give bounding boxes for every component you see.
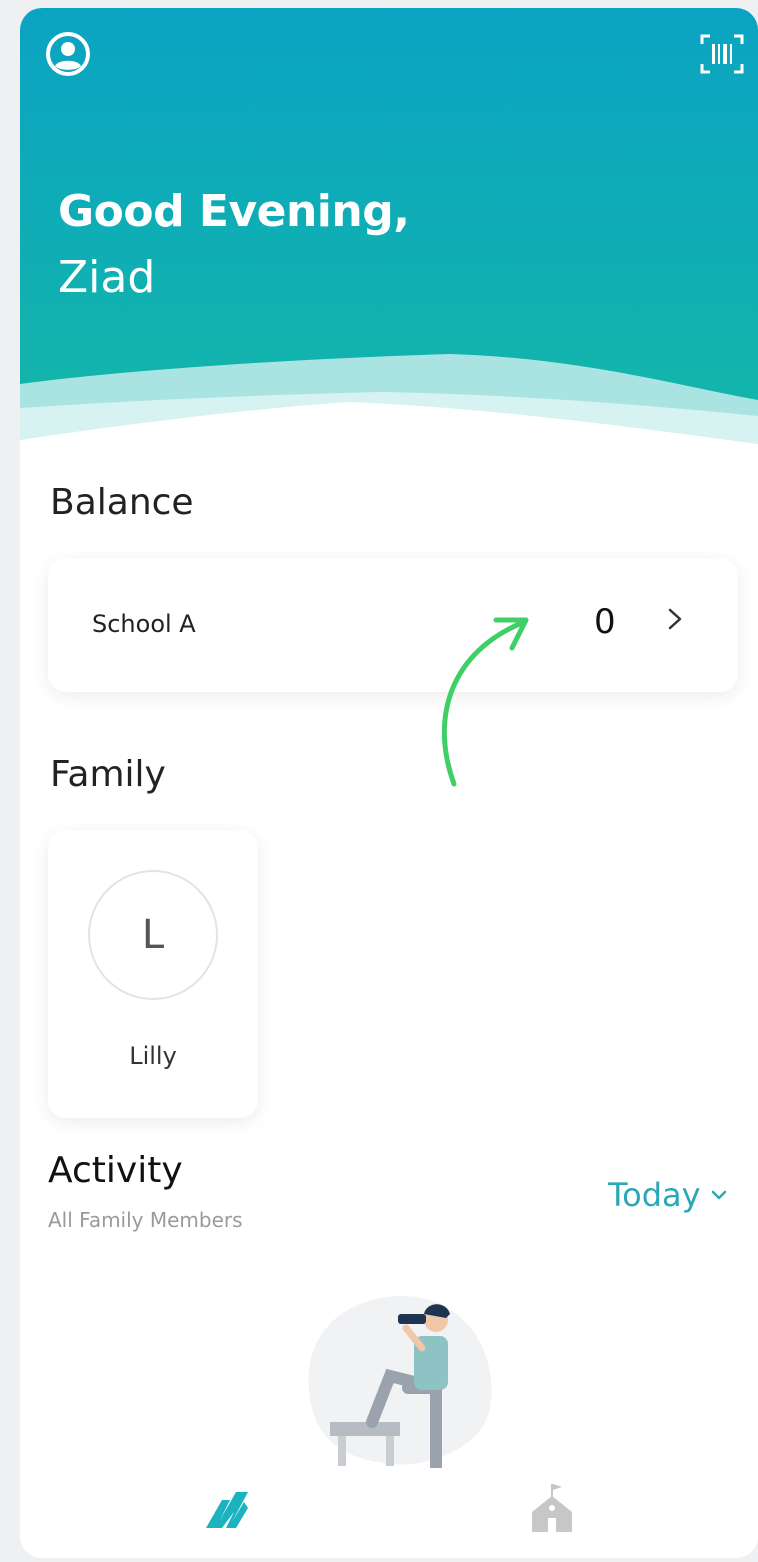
barcode-scan-icon bbox=[700, 34, 744, 74]
user-circle-icon bbox=[46, 32, 90, 76]
activity-heading: Activity bbox=[48, 1150, 183, 1191]
bottom-navigation bbox=[20, 1468, 758, 1558]
filter-label: Today bbox=[608, 1176, 701, 1214]
family-member-card[interactable]: L Lilly bbox=[48, 830, 258, 1118]
chevron-down-icon bbox=[711, 1190, 726, 1200]
curved-arrow-icon bbox=[441, 617, 529, 787]
nav-home-tab[interactable] bbox=[200, 1482, 252, 1534]
chevron-right-icon bbox=[668, 608, 682, 630]
activity-filter-dropdown[interactable]: Today bbox=[608, 1176, 727, 1214]
activity-subtitle: All Family Members bbox=[48, 1208, 243, 1232]
balance-amount: 0 bbox=[594, 602, 616, 642]
avatar: L bbox=[88, 870, 218, 1000]
nav-school-tab[interactable] bbox=[528, 1480, 576, 1536]
balance-heading: Balance bbox=[50, 482, 194, 523]
empty-activity-illustration bbox=[308, 1295, 492, 1472]
header: Good Evening, Ziad bbox=[20, 8, 758, 448]
app-logo-icon bbox=[206, 1492, 248, 1528]
balance-card[interactable]: School A 0 bbox=[48, 558, 738, 692]
balance-school-name: School A bbox=[92, 610, 196, 638]
member-name: Lilly bbox=[129, 1042, 177, 1070]
greeting-text: Good Evening, bbox=[58, 186, 410, 237]
school-building-icon bbox=[532, 1484, 572, 1532]
scan-button[interactable] bbox=[698, 30, 746, 78]
family-heading: Family bbox=[50, 754, 166, 795]
profile-button[interactable] bbox=[44, 30, 92, 78]
app-screen: Good Evening, Ziad Balance School A 0 Fa… bbox=[20, 8, 758, 1558]
user-name: Ziad bbox=[58, 252, 156, 303]
